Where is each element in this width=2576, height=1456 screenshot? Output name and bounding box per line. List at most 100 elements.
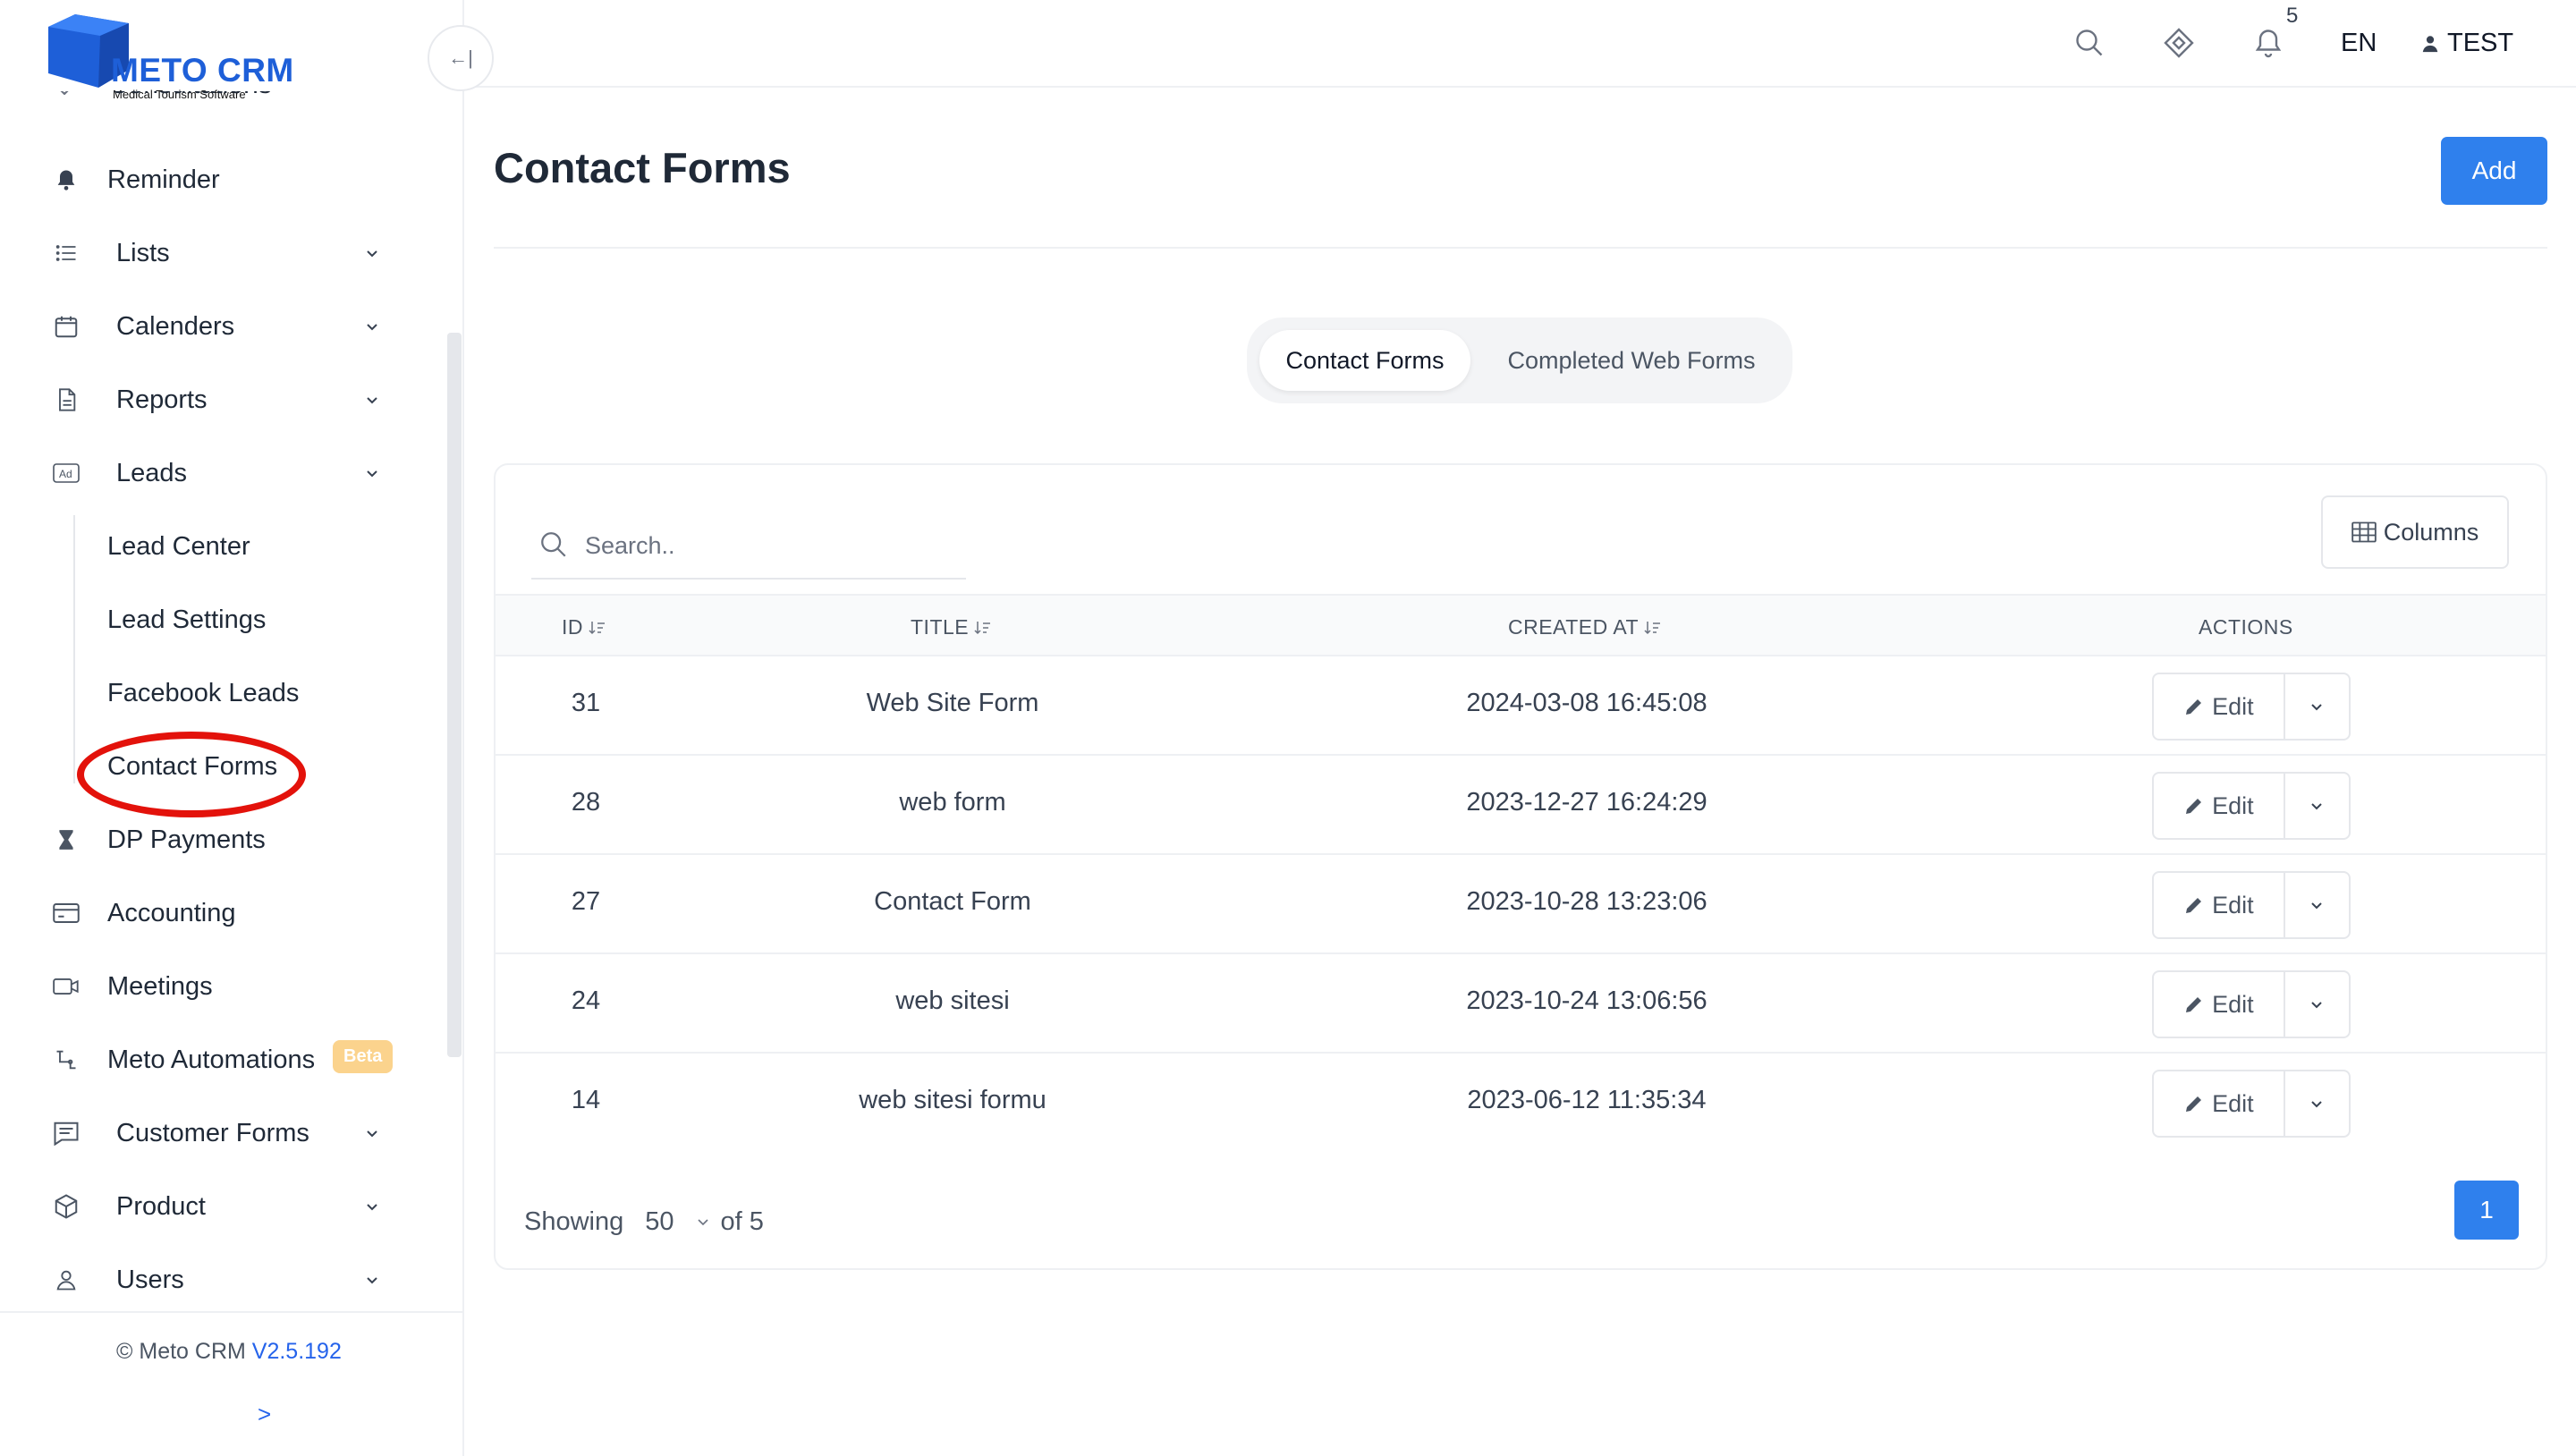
sidebar-item-label: Calenders [116,311,235,341]
sidebar-expand-button[interactable]: > [258,1401,271,1428]
column-header-actions: ACTIONS [2199,615,2293,639]
row-actions: Edit [2152,772,2351,840]
pagination-info: Showing 50 of 5 [524,1197,764,1247]
sidebar-item-reports[interactable]: Reports [0,368,420,431]
brand-name: METO CRM [111,52,294,89]
app-logo[interactable]: METO CRM Medical Tourism Software [48,14,317,101]
user-icon [2422,35,2438,52]
column-header-id[interactable]: ID [562,615,606,639]
sidebar-footer-divider [0,1311,464,1313]
beta-badge: Beta [333,1040,394,1073]
pencil-icon [2186,997,2202,1012]
cell-id: 24 [571,986,601,1015]
column-header-label: ID [562,615,583,639]
row-actions-dropdown[interactable] [2285,1071,2349,1136]
cell-created-at: 2023-12-27 16:24:29 [1466,788,1707,817]
columns-button[interactable]: Columns [2321,495,2509,569]
edit-button[interactable]: Edit [2154,774,2285,838]
pencil-icon [2186,898,2202,913]
tab-contact-forms[interactable]: Contact Forms [1259,330,1470,391]
chevron-down-icon [361,316,383,337]
row-actions: Edit [2152,970,2351,1038]
row-actions-dropdown[interactable] [2285,972,2349,1037]
tab-group: Contact Forms Completed Web Forms [1247,317,1792,403]
cell-id: 28 [571,788,601,817]
cell-id: 31 [571,689,601,717]
sidebar-item-dp-payments[interactable]: DP Payments [0,808,420,871]
language-selector[interactable]: EN [2341,29,2377,58]
bell-icon [52,165,80,194]
sidebar-item-accounting[interactable]: Accounting [0,882,420,944]
sort-icon [589,621,605,634]
sidebar-scrollbar[interactable] [447,333,462,1057]
edit-button[interactable]: Edit [2154,1071,2285,1136]
sidebar-item-users[interactable]: Users [0,1249,420,1311]
sidebar-item-label: Accounting [107,898,236,927]
sidebar-item-leads[interactable]: Ad Leads [0,442,420,504]
chevron-down-icon: ⌄ [55,91,73,101]
document-icon [52,385,80,414]
notification-bell-icon[interactable] [2252,27,2284,59]
cell-title: web form [899,788,1006,817]
row-actions-dropdown[interactable] [2285,674,2349,739]
pagination-page-button[interactable]: 1 [2454,1181,2519,1240]
chevron-down-icon[interactable] [694,1213,712,1231]
sidebar-item-label: Users [116,1265,184,1294]
row-actions: Edit [2152,871,2351,939]
column-header-title[interactable]: TITLE [911,615,992,639]
sidebar-item-label: Product [116,1191,206,1221]
user-icon [52,1266,80,1294]
per-page-select[interactable]: 50 [645,1207,674,1237]
sidebar-item-meetings[interactable]: Meetings [0,955,420,1018]
edit-label: Edit [2212,891,2254,918]
total-count-label: of 5 [720,1206,764,1236]
edit-button[interactable]: Edit [2154,674,2285,739]
sidebar-item-lead-center[interactable]: Lead Center [0,515,420,578]
showing-label: Showing [524,1206,624,1236]
sidebar-item-lead-settings[interactable]: Lead Settings [0,588,420,651]
sidebar-item-reminder[interactable]: Reminder [0,148,420,211]
search-input[interactable] [585,526,961,565]
sidebar-item-label: Reports [116,385,208,414]
search-icon[interactable] [2073,27,2106,59]
table-header: ID TITLE CREATED AT ACTIONS [496,594,2546,656]
cell-id: 14 [571,1086,601,1114]
sidebar-collapse-button[interactable]: ←| [428,25,494,91]
add-button[interactable]: Add [2441,137,2547,205]
chevron-down-icon [2311,1002,2323,1009]
edit-button[interactable]: Edit [2154,873,2285,937]
search-box [531,512,966,580]
sidebar-item-calenders[interactable]: Calenders [0,295,420,358]
version-link[interactable]: V2.5.192 [252,1339,342,1364]
edit-label: Edit [2212,791,2254,819]
calendar-icon [52,312,80,341]
table-row: 14 web sitesi formu 2023-06-12 11:35:34 … [496,1054,2546,1153]
sidebar-item-lists[interactable]: Lists [0,222,420,284]
table-row: 31 Web Site Form 2024-03-08 16:45:08 Edi… [496,656,2546,756]
sidebar-item-label: Meto Automations [107,1045,316,1074]
edit-label: Edit [2212,692,2254,720]
diamond-shortcut-icon[interactable] [2163,27,2195,59]
row-actions-dropdown[interactable] [2285,873,2349,937]
sidebar: METO CRM Medical Tourism Software ⌄ Cons… [0,0,464,1456]
sidebar-item-label: Customer Forms [116,1118,309,1147]
row-actions-dropdown[interactable] [2285,774,2349,838]
credit-card-icon [52,899,80,927]
column-header-label: CREATED AT [1508,615,1639,639]
sidebar-item-facebook-leads[interactable]: Facebook Leads [0,662,420,724]
copyright-text: © Meto CRM [116,1339,246,1364]
sidebar-item-consultations[interactable]: ⌄ Consultations [55,91,324,118]
sidebar-item-product[interactable]: Product [0,1175,420,1238]
pencil-icon [2186,1096,2202,1112]
flow-icon [52,1045,80,1074]
pencil-icon [2186,799,2202,814]
contact-forms-table-card: Columns ID TITLE CREATED AT ACTIONS 31 W… [494,463,2547,1270]
column-header-created-at[interactable]: CREATED AT [1508,615,1662,639]
user-menu[interactable]: TEST [2420,29,2513,58]
copyright: © Meto CRM V2.5.192 [116,1339,342,1365]
sidebar-item-customer-forms[interactable]: Customer Forms [0,1102,420,1164]
edit-button[interactable]: Edit [2154,972,2285,1037]
page-title: Contact Forms [494,144,791,191]
tab-completed-web-forms[interactable]: Completed Web Forms [1488,330,1775,391]
video-icon [52,972,80,1001]
